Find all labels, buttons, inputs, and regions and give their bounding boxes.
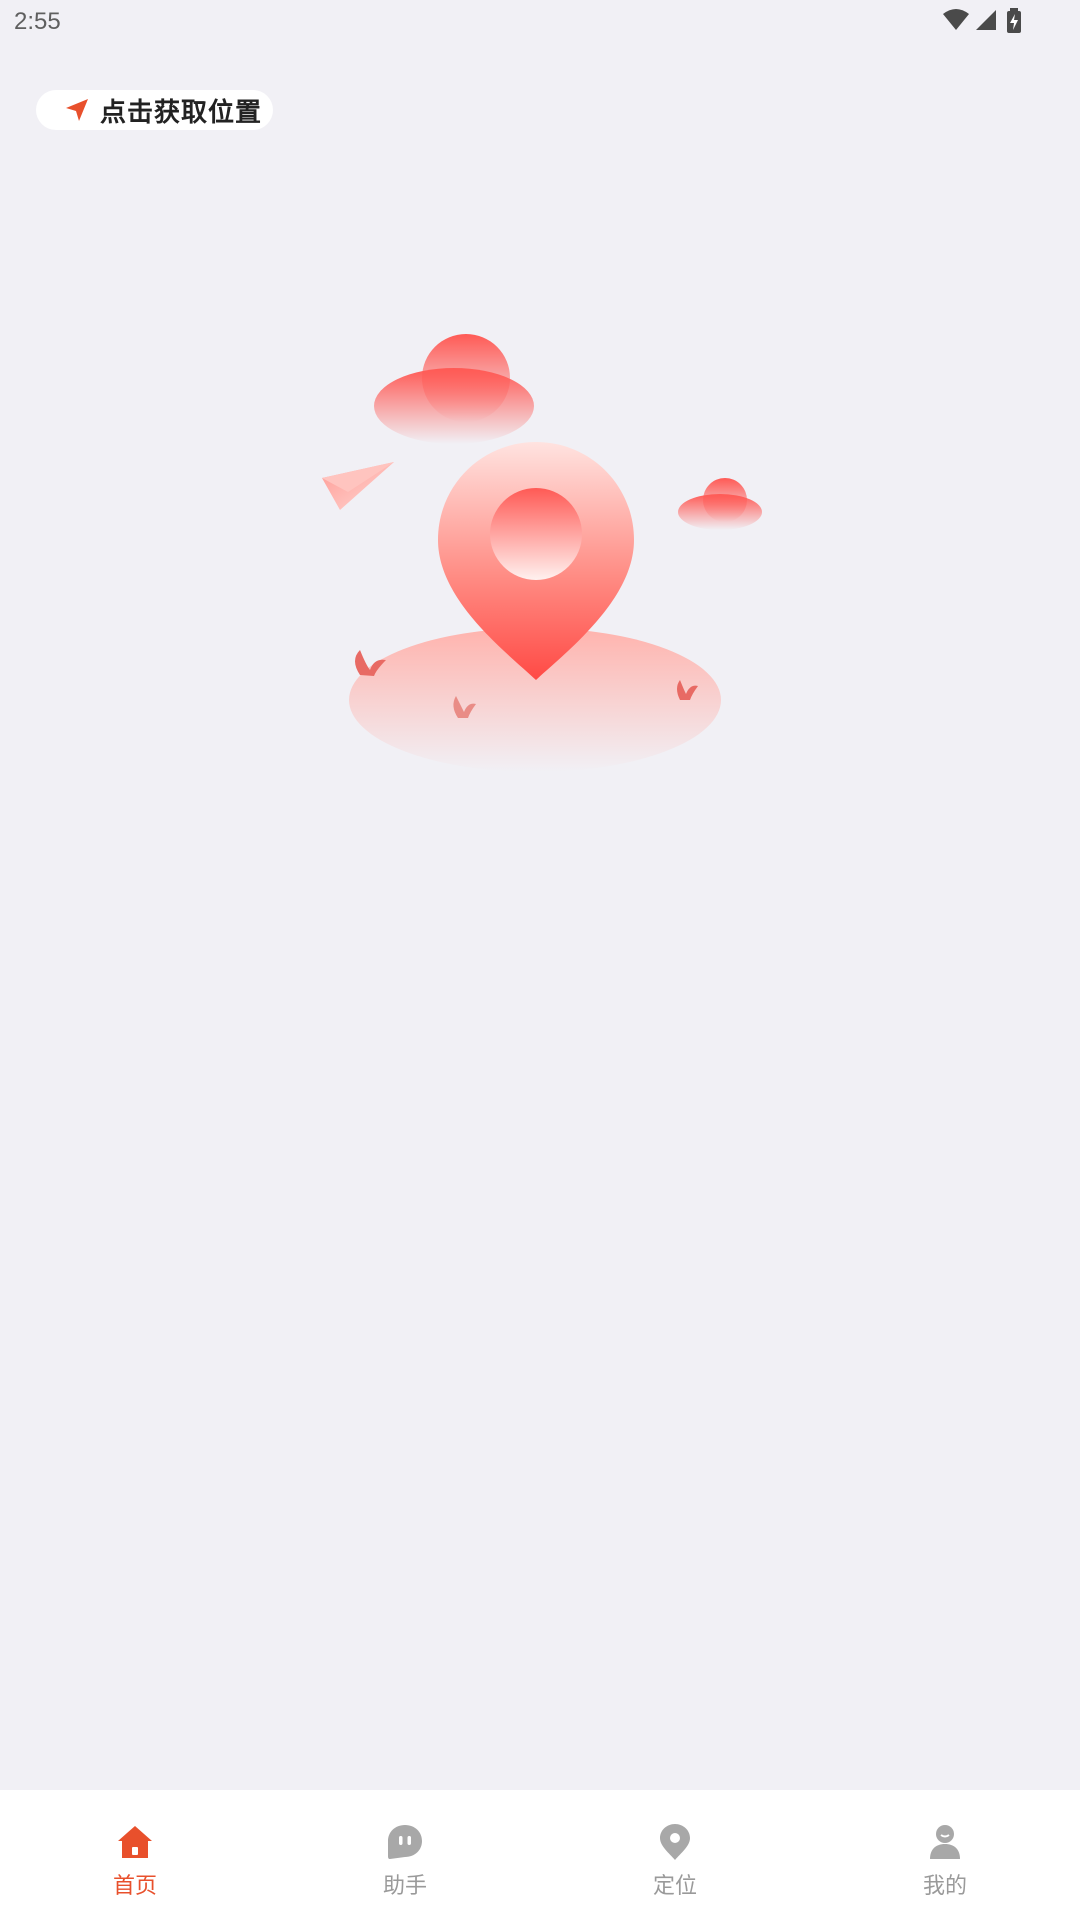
tab-location[interactable]: 定位 bbox=[540, 1790, 810, 1920]
battery-icon bbox=[1007, 8, 1021, 33]
tab-mine[interactable]: 我的 bbox=[810, 1790, 1080, 1920]
location-pin-icon bbox=[660, 1824, 690, 1860]
tab-assistant[interactable]: 助手 bbox=[270, 1790, 540, 1920]
home-icon bbox=[118, 1826, 152, 1858]
tab-assistant-label: 助手 bbox=[382, 1874, 427, 1899]
wifi-icon bbox=[943, 9, 969, 30]
cellular-signal-icon bbox=[976, 10, 996, 30]
map-pin-empty-illustration bbox=[322, 334, 762, 772]
cloud-large bbox=[374, 334, 534, 444]
get-location-button[interactable]: 点击获取位置 bbox=[36, 90, 273, 130]
bottom-nav: 首页 助手 定位 我的 bbox=[0, 1790, 1080, 1920]
paper-plane-icon bbox=[322, 462, 394, 510]
tab-mine-label: 我的 bbox=[922, 1874, 967, 1899]
navigation-arrow-icon bbox=[66, 99, 88, 121]
status-bar: 2:55 bbox=[0, 0, 1080, 44]
tab-home-label: 首页 bbox=[112, 1874, 157, 1899]
status-time: 2:55 bbox=[14, 8, 61, 35]
cloud-small bbox=[678, 478, 762, 530]
assistant-bubble-icon bbox=[388, 1825, 422, 1859]
tab-home[interactable]: 首页 bbox=[0, 1790, 270, 1920]
tab-location-label: 定位 bbox=[652, 1874, 697, 1899]
get-location-label: 点击获取位置 bbox=[100, 97, 263, 128]
user-icon bbox=[930, 1825, 960, 1859]
status-icons bbox=[942, 8, 1032, 36]
